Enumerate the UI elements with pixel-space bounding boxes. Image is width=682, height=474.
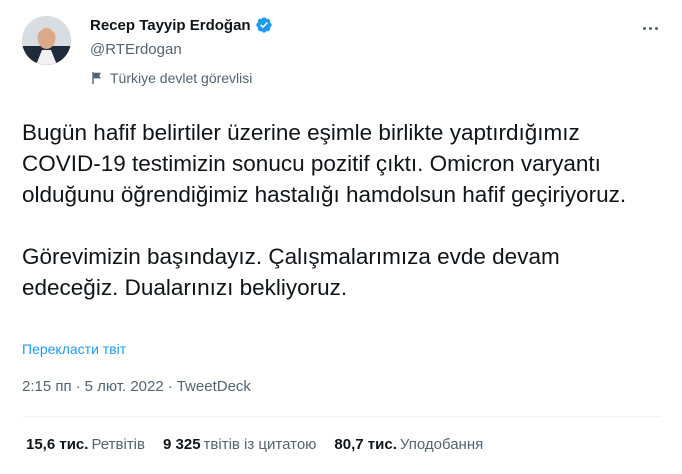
more-icon-dot — [654, 26, 658, 30]
author-handle[interactable]: @RTErdogan — [90, 41, 182, 58]
avatar[interactable] — [22, 16, 71, 65]
government-label-text: Türkiye devlet görevlisi — [110, 70, 253, 86]
tweet-date[interactable]: 5 лют. 2022 — [85, 378, 164, 395]
tweet-paragraph-1: Bugün hafif belirtiler üzerine eşimle bi… — [22, 120, 627, 207]
translate-tweet-link[interactable]: Перекласти твіт — [22, 341, 126, 357]
tweet-paragraph-2: Görevimizin başındayız. Çalışmalarımıza … — [22, 244, 566, 300]
verified-badge-icon — [255, 17, 272, 33]
tweet-source[interactable]: TweetDeck — [177, 378, 251, 395]
tweet-stats: 15,6 тис. Ретвітів 9 325 твітів із цитатою… — [26, 436, 483, 453]
retweets-label: Ретвітів — [91, 436, 145, 453]
tweet-text: Bugün hafif belirtiler üzerine eşimle bi… — [22, 117, 662, 303]
quotes-label: твітів із цитатою — [203, 436, 317, 453]
retweets-count: 15,6 тис. — [26, 436, 89, 453]
government-label[interactable]: Türkiye devlet görevlisi — [90, 70, 252, 86]
quotes-stat[interactable]: 9 325 твітів із цитатою — [163, 436, 316, 453]
likes-count: 80,7 тис. — [334, 436, 397, 453]
meta-separator: · — [167, 378, 173, 395]
retweets-stat[interactable]: 15,6 тис. Ретвітів — [26, 436, 145, 453]
tweet-time[interactable]: 2:15 пп — [22, 378, 72, 395]
author-name[interactable]: Recep Tayyip Erdoğan — [90, 16, 273, 34]
likes-stat[interactable]: 80,7 тис. Уподобання — [334, 436, 483, 453]
more-icon-dot — [642, 26, 646, 30]
quotes-count: 9 325 — [163, 436, 201, 453]
flag-icon — [92, 72, 101, 84]
author-name-text: Recep Tayyip Erdoğan — [90, 16, 251, 34]
meta-separator: · — [75, 378, 81, 395]
divider — [22, 416, 660, 417]
more-button[interactable] — [640, 18, 660, 38]
tweet-meta: 2:15 пп · 5 лют. 2022 · TweetDeck — [22, 378, 251, 395]
avatar-image — [22, 16, 71, 65]
more-icon-dot — [648, 26, 652, 30]
likes-label: Уподобання — [399, 436, 484, 453]
